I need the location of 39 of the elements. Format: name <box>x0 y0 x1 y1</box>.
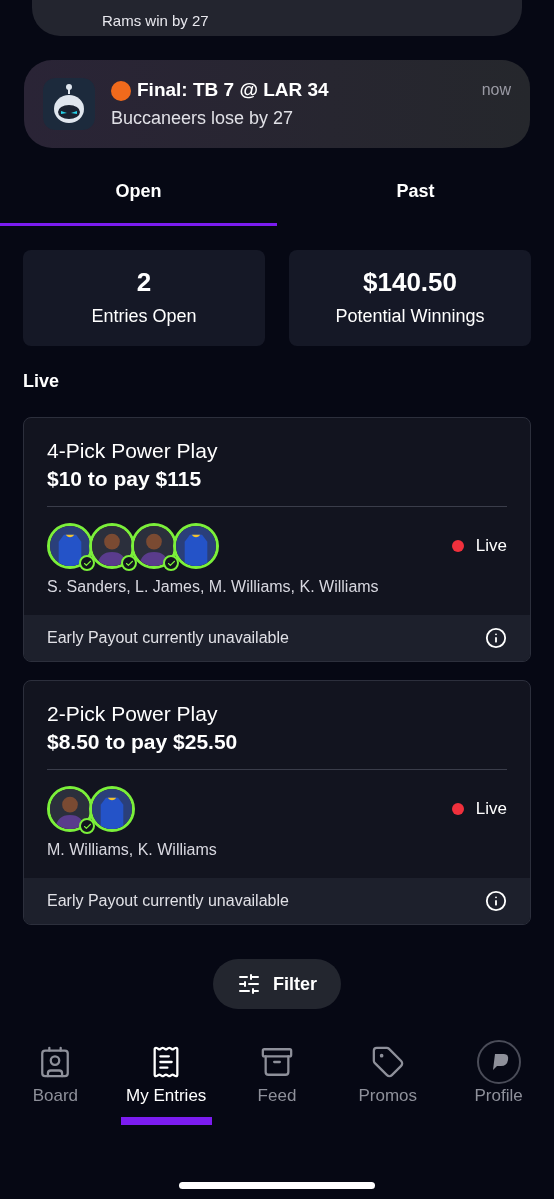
player-names: S. Sanders, L. James, M. Williams, K. Williams <box>47 577 380 597</box>
nav-tab[interactable]: Feed <box>231 1043 323 1125</box>
profile-icon <box>475 1039 522 1085</box>
entry-title: 4-Pick Power Play <box>47 438 219 464</box>
stat-value: 2 <box>136 266 152 297</box>
sliders-icon <box>237 972 261 996</box>
nav-tab[interactable]: Profile <box>453 1043 544 1125</box>
notification-text: Rams win by 27 <box>102 12 209 30</box>
app-icon <box>43 78 95 130</box>
player-names: M. Williams, K. Williams <box>47 840 218 860</box>
notification-time: now <box>481 80 511 100</box>
nav-tab[interactable]: Board <box>10 1043 101 1125</box>
notification-card[interactable]: Final: TB 7 @ LAR 34 Buccaneers lose by 27 now <box>24 60 530 148</box>
tab[interactable]: Open <box>0 160 277 226</box>
entry-stake: $8.50 to pay $25.50 <box>47 729 239 755</box>
early-payout-text: Early Payout currently unavailable <box>47 891 289 911</box>
nav-tab[interactable]: Promos <box>342 1043 434 1125</box>
tag-icon <box>370 1045 405 1079</box>
notification-title: Final: TB 7 @ LAR 34 <box>137 78 329 103</box>
stat-label: Entries Open <box>91 304 197 328</box>
info-icon[interactable] <box>485 627 507 649</box>
filter-button[interactable]: Filter <box>213 959 341 1009</box>
notification-banner[interactable]: Rams win by 27 <box>32 0 522 36</box>
tab[interactable]: Past <box>277 160 554 226</box>
info-icon[interactable] <box>485 890 507 912</box>
entry-stake: $10 to pay $115 <box>47 466 203 492</box>
nav-tab[interactable]: My Entries <box>120 1043 212 1125</box>
entry-card[interactable]: 2-Pick Power Play $8.50 to pay $25.50 Live M. Williams, K. Williams Early Payout currently unavailable <box>23 680 531 925</box>
entry-status: Live <box>475 535 507 558</box>
entry-card[interactable]: 4-Pick Power Play $10 to pay $115 Live S. Sanders, L. James, M. Williams, K. Williams Early Payout currently unavailable <box>23 417 531 662</box>
entry-status: Live <box>475 798 507 821</box>
section-title: Live <box>22 370 61 393</box>
stat-label: Potential Winnings <box>335 304 485 328</box>
stat-value: $140.50 <box>363 266 457 297</box>
entry-title: 2-Pick Power Play <box>47 701 219 727</box>
notification-body: Buccaneers lose by 27 <box>111 106 295 130</box>
early-payout-text: Early Payout currently unavailable <box>47 628 289 648</box>
stack-icon <box>260 1045 294 1079</box>
angry-face-icon <box>111 80 131 101</box>
